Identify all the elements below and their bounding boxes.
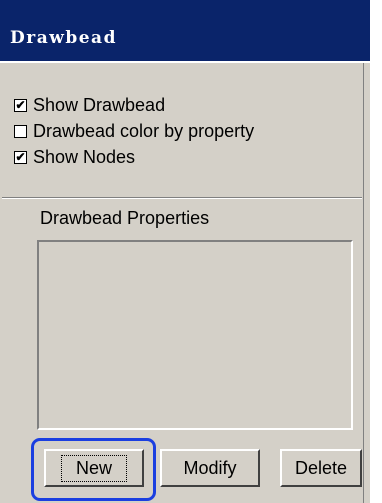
separator (2, 197, 362, 199)
panel-edge (363, 63, 370, 503)
drawbead-panel: Drawbead ✔ Show Drawbead Drawbead color … (0, 0, 370, 503)
show-nodes-checkbox[interactable]: ✔ (14, 150, 27, 164)
show-drawbead-option[interactable]: ✔ Show Drawbead (14, 92, 364, 118)
new-button-label: New (60, 454, 127, 482)
show-nodes-label: Show Nodes (33, 146, 136, 167)
show-drawbead-label: Show Drawbead (33, 94, 166, 115)
delete-button-label: Delete (294, 457, 348, 478)
modify-button-label: Modify (183, 457, 237, 478)
new-button[interactable]: New (44, 449, 144, 487)
display-options: ✔ Show Drawbead Drawbead color by proper… (14, 92, 364, 170)
color-by-property-label: Drawbead color by property (33, 120, 255, 141)
properties-label: Drawbead Properties (40, 208, 210, 228)
delete-button[interactable]: Delete (280, 449, 362, 487)
show-drawbead-checkbox[interactable]: ✔ (14, 98, 27, 112)
title-bar: Drawbead (0, 0, 370, 63)
properties-list[interactable] (37, 240, 353, 430)
modify-button[interactable]: Modify (160, 449, 260, 487)
color-by-property-option[interactable]: Drawbead color by property (14, 118, 364, 144)
color-by-property-checkbox[interactable] (14, 124, 27, 138)
panel-title: Drawbead (10, 28, 117, 48)
show-nodes-option[interactable]: ✔ Show Nodes (14, 144, 364, 170)
